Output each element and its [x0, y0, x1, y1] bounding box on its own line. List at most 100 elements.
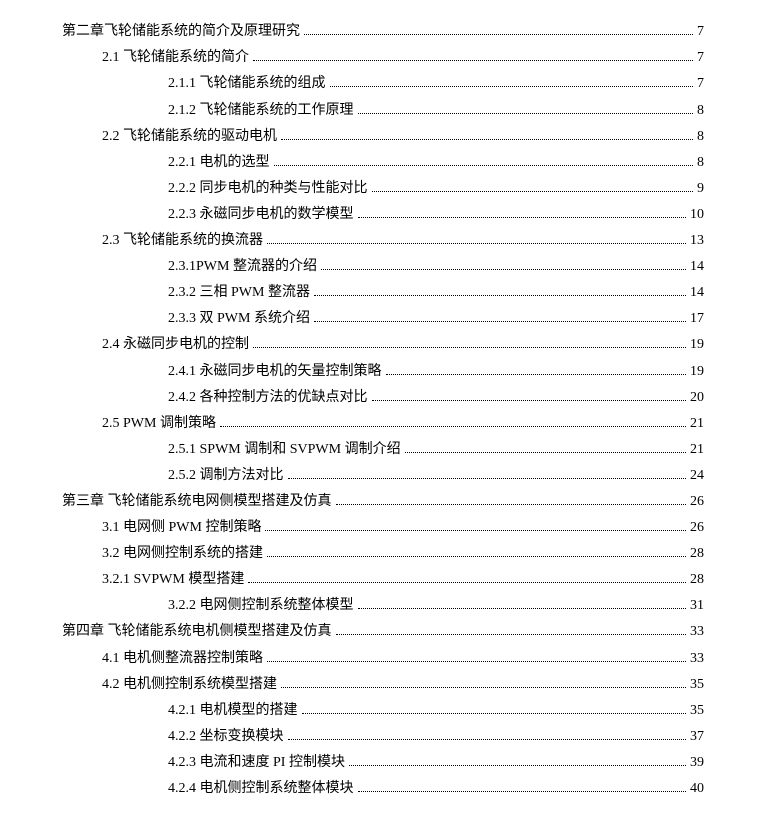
toc-leader-dots [358, 608, 687, 609]
toc-entry-page: 14 [690, 255, 704, 279]
toc-leader-dots [321, 269, 686, 270]
toc-entry-page: 7 [697, 46, 704, 70]
toc-entry: 4.2.1 电机模型的搭建 35 [62, 699, 704, 723]
toc-entry-text: 第二章飞轮储能系统的简介及原理研究 [62, 20, 300, 44]
toc-entry-text: 2.2 飞轮储能系统的驱动电机 [102, 125, 277, 149]
toc-entry: 2.5 PWM 调制策略 21 [62, 412, 704, 436]
toc-entry: 2.4 永磁同步电机的控制 19 [62, 333, 704, 357]
toc-entry: 4.2 电机侧控制系统模型搭建 35 [62, 673, 704, 697]
toc-entry: 4.1 电机侧整流器控制策略 33 [62, 647, 704, 671]
toc-entry: 3.2.2 电网侧控制系统整体模型 31 [62, 594, 704, 618]
toc-entry-page: 33 [690, 620, 704, 644]
toc-leader-dots [288, 478, 687, 479]
toc-leader-dots [372, 400, 687, 401]
toc-entry-page: 31 [690, 594, 704, 618]
toc-entry-text: 2.4.1 永磁同步电机的矢量控制策略 [168, 360, 382, 384]
toc-entry: 4.2.2 坐标变换模块 37 [62, 725, 704, 749]
toc-entry-page: 21 [690, 438, 704, 462]
toc-leader-dots [253, 347, 686, 348]
toc-leader-dots [220, 426, 686, 427]
toc-entry-page: 8 [697, 125, 704, 149]
toc-entry: 2.3 飞轮储能系统的换流器 13 [62, 229, 704, 253]
toc-leader-dots [281, 687, 686, 688]
toc-leader-dots [304, 34, 693, 35]
toc-entry-page: 28 [690, 568, 704, 592]
toc-entry: 2.1 飞轮储能系统的简介 7 [62, 46, 704, 70]
toc-leader-dots [386, 374, 687, 375]
toc-leader-dots [248, 582, 686, 583]
toc-entry: 2.1.2 飞轮储能系统的工作原理 8 [62, 99, 704, 123]
toc-entry-text: 2.2.3 永磁同步电机的数学模型 [168, 203, 354, 227]
toc-entry-page: 8 [697, 99, 704, 123]
toc-entry-page: 9 [697, 177, 704, 201]
toc-entry-text: 2.3.3 双 PWM 系统介绍 [168, 307, 310, 331]
toc-entry: 2.2.1 电机的选型8 [62, 151, 704, 175]
toc-entry-page: 24 [690, 464, 704, 488]
toc-entry: 3.1 电网侧 PWM 控制策略26 [62, 516, 704, 540]
toc-entry-text: 2.3 飞轮储能系统的换流器 [102, 229, 263, 253]
toc-leader-dots [358, 113, 694, 114]
toc-leader-dots [330, 86, 694, 87]
toc-leader-dots [253, 60, 693, 61]
toc-entry: 4.2.3 电流和速度 PI 控制模块39 [62, 751, 704, 775]
toc-entry: 2.5.2 调制方法对比 24 [62, 464, 704, 488]
toc-entry-text: 2.4 永磁同步电机的控制 [102, 333, 249, 357]
toc-entry-page: 35 [690, 673, 704, 697]
toc-entry-page: 17 [690, 307, 704, 331]
toc-entry-page: 21 [690, 412, 704, 436]
toc-entry-text: 第三章 飞轮储能系统电网侧模型搭建及仿真 [62, 490, 332, 514]
toc-entry: 3.2.1 SVPWM 模型搭建 28 [62, 568, 704, 592]
toc-leader-dots [314, 321, 686, 322]
toc-entry: 2.1.1 飞轮储能系统的组成7 [62, 72, 704, 96]
toc-entry-text: 4.1 电机侧整流器控制策略 [102, 647, 263, 671]
toc-entry-page: 14 [690, 281, 704, 305]
toc-leader-dots [265, 530, 686, 531]
toc-container: 第二章飞轮储能系统的简介及原理研究72.1 飞轮储能系统的简介72.1.1 飞轮… [0, 0, 766, 833]
toc-entry: 2.2.3 永磁同步电机的数学模型 10 [62, 203, 704, 227]
toc-entry-text: 2.5.1 SPWM 调制和 SVPWM 调制介绍 [168, 438, 401, 462]
toc-leader-dots [288, 739, 687, 740]
toc-entry: 第二章飞轮储能系统的简介及原理研究 7 [62, 20, 704, 44]
toc-leader-dots [267, 556, 686, 557]
toc-entry: 2.2.2 同步电机的种类与性能对比 9 [62, 177, 704, 201]
toc-entry-text: 4.2.2 坐标变换模块 [168, 725, 284, 749]
toc-entry-page: 10 [690, 203, 704, 227]
toc-entry: 2.3.3 双 PWM 系统介绍 17 [62, 307, 704, 331]
toc-entry-page: 7 [697, 20, 704, 44]
toc-entry-text: 2.2.2 同步电机的种类与性能对比 [168, 177, 368, 201]
toc-leader-dots [405, 452, 686, 453]
toc-entry: 第三章 飞轮储能系统电网侧模型搭建及仿真 26 [62, 490, 704, 514]
toc-entry-text: 第四章 飞轮储能系统电机侧模型搭建及仿真 [62, 620, 332, 644]
toc-entry-text: 3.1 电网侧 PWM 控制策略 [102, 516, 261, 540]
toc-entry: 2.4.1 永磁同步电机的矢量控制策略 19 [62, 360, 704, 384]
toc-entry-text: 2.3.1PWM 整流器的介绍 [168, 255, 317, 279]
toc-leader-dots [372, 191, 694, 192]
toc-entry-text: 2.4.2 各种控制方法的优缺点对比 [168, 386, 368, 410]
toc-entry-text: 4.2.1 电机模型的搭建 [168, 699, 298, 723]
toc-leader-dots [336, 504, 687, 505]
toc-entry-text: 2.1 飞轮储能系统的简介 [102, 46, 249, 70]
toc-leader-dots [267, 243, 686, 244]
toc-entry-page: 35 [690, 699, 704, 723]
toc-entry: 2.3.1PWM 整流器的介绍 14 [62, 255, 704, 279]
toc-entry-page: 7 [697, 72, 704, 96]
toc-entry: 4.2.4 电机侧控制系统整体模块40 [62, 777, 704, 801]
toc-leader-dots [314, 295, 686, 296]
toc-entry-page: 26 [690, 490, 704, 514]
toc-leader-dots [358, 791, 687, 792]
toc-entry-text: 4.2.4 电机侧控制系统整体模块 [168, 777, 354, 801]
toc-entry-text: 3.2.1 SVPWM 模型搭建 [102, 568, 244, 592]
toc-entry-text: 4.2 电机侧控制系统模型搭建 [102, 673, 277, 697]
toc-leader-dots [274, 165, 694, 166]
toc-entry-page: 37 [690, 725, 704, 749]
toc-leader-dots [281, 139, 693, 140]
toc-entry-text: 2.3.2 三相 PWM 整流器 [168, 281, 310, 305]
toc-entry-text: 4.2.3 电流和速度 PI 控制模块 [168, 751, 345, 775]
toc-entry-text: 2.1.2 飞轮储能系统的工作原理 [168, 99, 354, 123]
toc-entry-text: 3.2.2 电网侧控制系统整体模型 [168, 594, 354, 618]
toc-entry-page: 13 [690, 229, 704, 253]
toc-entry: 2.4.2 各种控制方法的优缺点对比20 [62, 386, 704, 410]
toc-leader-dots [349, 765, 686, 766]
toc-entry-page: 33 [690, 647, 704, 671]
toc-entry-page: 19 [690, 333, 704, 357]
